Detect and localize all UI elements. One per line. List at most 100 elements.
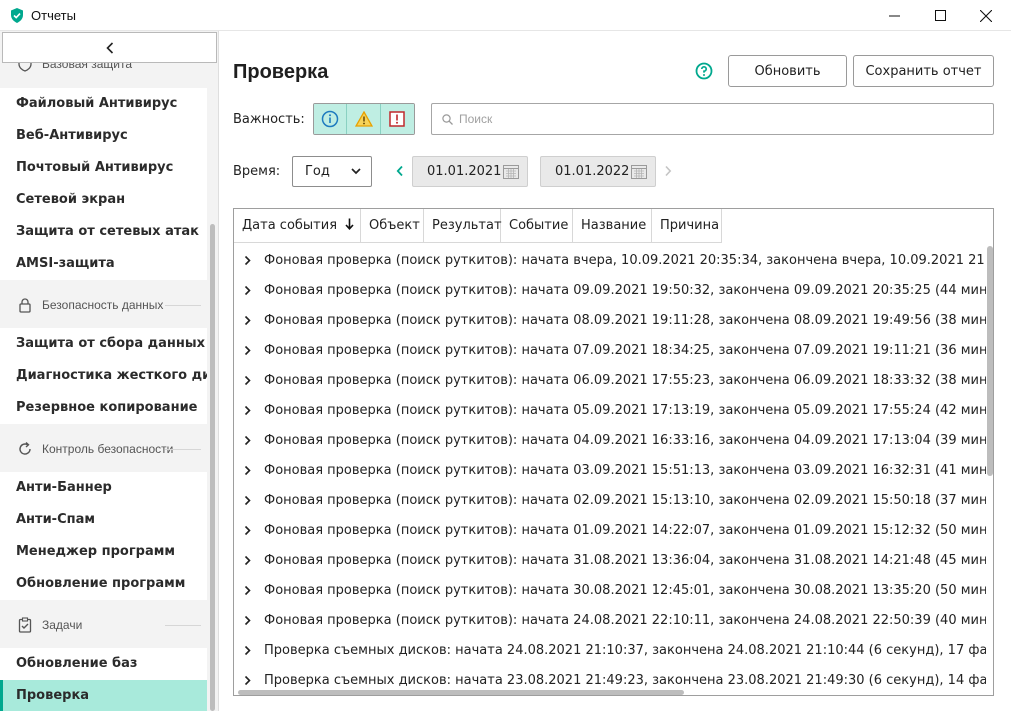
sidebar-item-app-manager[interactable]: Менеджер программ	[0, 536, 207, 568]
column-header-name[interactable]: Название	[573, 209, 652, 243]
sidebar-item-amsi[interactable]: AMSI-защита	[0, 248, 207, 280]
date-to-field[interactable]: 01.01.2022	[540, 156, 656, 187]
column-header-object[interactable]: Объект	[361, 209, 424, 243]
sidebar-section-data-security: Безопасность данных	[0, 285, 207, 325]
sidebar-item-mail-antivirus[interactable]: Почтовый Антивирус	[0, 152, 207, 184]
sidebar-section-label: Задачи	[42, 618, 83, 632]
sidebar-item-anti-spam[interactable]: Анти-Спам	[0, 504, 207, 536]
date-to-value: 01.01.2022	[555, 164, 630, 179]
severity-info-toggle[interactable]	[314, 104, 348, 134]
main-panel: Проверка Обновить Сохранить отчет Важнос…	[219, 31, 1011, 711]
sidebar-item-backup[interactable]: Резервное копирование	[0, 392, 207, 424]
previous-period-button[interactable]	[394, 163, 406, 179]
refresh-shield-icon	[19, 441, 31, 455]
expand-row-icon[interactable]	[244, 405, 251, 416]
row-description: Фоновая проверка (поиск руткитов): начат…	[264, 403, 986, 418]
expand-row-icon[interactable]	[244, 255, 251, 266]
table-row[interactable]: Фоновая проверка (поиск руткитов): начат…	[234, 366, 986, 396]
expand-row-icon[interactable]	[244, 315, 251, 326]
next-period-button[interactable]	[662, 163, 674, 179]
sidebar-item-network-attack-blocker[interactable]: Защита от сетевых атак	[0, 216, 207, 248]
expand-row-icon[interactable]	[244, 645, 251, 656]
lock-icon	[19, 298, 31, 313]
row-description: Фоновая проверка (поиск руткитов): начат…	[264, 553, 986, 568]
maximize-button[interactable]	[917, 0, 963, 31]
sidebar-item-anti-banner[interactable]: Анти-Баннер	[0, 472, 207, 504]
column-header-result[interactable]: Результат	[424, 209, 502, 243]
close-window-button[interactable]	[963, 0, 1009, 31]
calendar-icon[interactable]	[631, 164, 647, 179]
table-row[interactable]: Фоновая проверка (поиск руткитов): начат…	[234, 246, 986, 276]
expand-row-icon[interactable]	[244, 525, 251, 536]
events-table: Дата события Объект Результат Событие На…	[233, 208, 994, 696]
table-row[interactable]: Фоновая проверка (поиск руткитов): начат…	[234, 426, 986, 456]
table-row[interactable]: Фоновая проверка (поиск руткитов): начат…	[234, 456, 986, 486]
sidebar-item-data-collection-protection[interactable]: Защита от сбора данных	[0, 328, 207, 360]
period-select[interactable]: Год	[292, 156, 372, 187]
table-row[interactable]: Фоновая проверка (поиск руткитов): начат…	[234, 336, 986, 366]
expand-row-icon[interactable]	[244, 465, 251, 476]
period-select-value: Год	[305, 164, 330, 179]
sidebar-item-scan[interactable]: Проверка	[0, 680, 207, 711]
help-icon[interactable]	[695, 62, 713, 80]
sidebar: Базовая защита Файловый Антивирус Веб-Ан…	[0, 31, 219, 711]
close-icon	[980, 9, 992, 22]
severity-filter	[313, 103, 415, 135]
row-description: Фоновая проверка (поиск руткитов): начат…	[264, 343, 986, 358]
refresh-button[interactable]: Обновить	[728, 55, 847, 87]
sidebar-section-label: Контроль безопасности	[42, 442, 174, 456]
row-description: Проверка съемных дисков: начата 24.08.20…	[264, 643, 986, 658]
sidebar-item-file-antivirus[interactable]: Файловый Антивирус	[0, 88, 207, 120]
search-box[interactable]	[431, 103, 994, 135]
expand-row-icon[interactable]	[244, 435, 251, 446]
table-body: Фоновая проверка (поиск руткитов): начат…	[234, 246, 986, 695]
sidebar-item-web-antivirus[interactable]: Веб-Антивирус	[0, 120, 207, 152]
row-description: Фоновая проверка (поиск руткитов): начат…	[264, 253, 986, 268]
expand-row-icon[interactable]	[244, 345, 251, 356]
expand-row-icon[interactable]	[244, 675, 251, 686]
table-vertical-scrollbar[interactable]	[987, 246, 993, 476]
sidebar-item-disk-diagnostics[interactable]: Диагностика жесткого диска	[0, 360, 207, 392]
row-description: Фоновая проверка (поиск руткитов): начат…	[264, 283, 986, 298]
info-icon	[321, 110, 339, 128]
collapse-sidebar-button[interactable]	[2, 32, 217, 63]
expand-row-icon[interactable]	[244, 495, 251, 506]
minimize-button[interactable]	[871, 0, 917, 31]
chevron-right-icon	[665, 165, 672, 177]
severity-critical-toggle[interactable]	[380, 104, 414, 134]
expand-row-icon[interactable]	[244, 375, 251, 386]
table-row[interactable]: Фоновая проверка (поиск руткитов): начат…	[234, 486, 986, 516]
sidebar-scrollbar[interactable]	[210, 224, 215, 711]
table-row[interactable]: Фоновая проверка (поиск руткитов): начат…	[234, 516, 986, 546]
row-description: Фоновая проверка (поиск руткитов): начат…	[264, 583, 986, 598]
table-row[interactable]: Фоновая проверка (поиск руткитов): начат…	[234, 276, 986, 306]
critical-icon	[389, 111, 406, 127]
expand-row-icon[interactable]	[244, 585, 251, 596]
table-row[interactable]: Фоновая проверка (поиск руткитов): начат…	[234, 606, 986, 636]
table-row[interactable]: Фоновая проверка (поиск руткитов): начат…	[234, 576, 986, 606]
table-row[interactable]: Фоновая проверка (поиск руткитов): начат…	[234, 396, 986, 426]
severity-warning-toggle[interactable]	[347, 104, 381, 134]
sidebar-item-database-update[interactable]: Обновление баз	[0, 648, 207, 680]
table-horizontal-scrollbar[interactable]	[238, 690, 684, 695]
save-report-button[interactable]: Сохранить отчет	[853, 55, 994, 87]
table-row[interactable]: Проверка съемных дисков: начата 24.08.20…	[234, 636, 986, 666]
expand-row-icon[interactable]	[244, 555, 251, 566]
kaspersky-shield-logo	[11, 8, 23, 23]
column-header-reason[interactable]: Причина	[652, 209, 722, 243]
sidebar-item-app-update[interactable]: Обновление программ	[0, 568, 207, 600]
table-row[interactable]: Фоновая проверка (поиск руткитов): начат…	[234, 306, 986, 336]
column-header-label: Дата события	[242, 218, 338, 233]
table-row[interactable]: Фоновая проверка (поиск руткитов): начат…	[234, 546, 986, 576]
sidebar-item-firewall[interactable]: Сетевой экран	[0, 184, 207, 216]
clipboard-check-icon	[18, 617, 32, 633]
column-header-event[interactable]: Событие	[501, 209, 573, 243]
date-from-field[interactable]: 01.01.2021	[412, 156, 528, 187]
expand-row-icon[interactable]	[244, 285, 251, 296]
search-icon	[442, 113, 453, 125]
expand-row-icon[interactable]	[244, 615, 251, 626]
title-bar: Отчеты	[0, 0, 1011, 31]
column-header-date[interactable]: Дата события	[234, 209, 361, 243]
calendar-icon[interactable]	[503, 164, 519, 179]
search-input[interactable]	[459, 112, 959, 126]
